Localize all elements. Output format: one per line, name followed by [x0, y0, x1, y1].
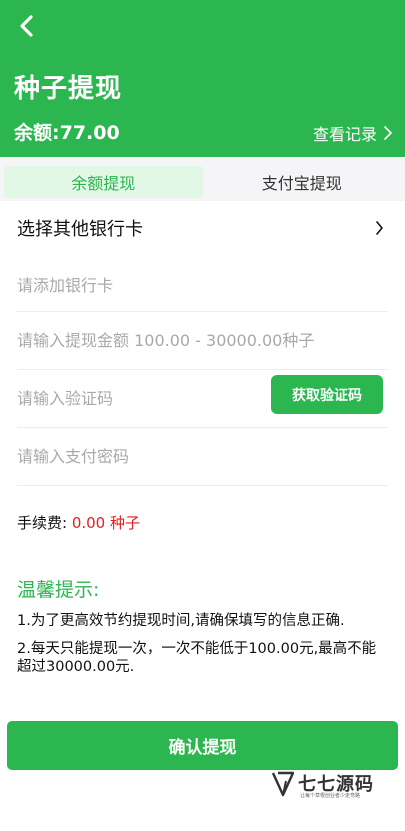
bank-card-placeholder: 请添加银行卡 — [17, 275, 114, 295]
amount-row — [17, 312, 388, 370]
view-records-link[interactable]: 查看记录 — [313, 121, 393, 145]
watermark: 七七源码 让每个草根创业者少走弯路 — [272, 770, 378, 802]
payment-password-input[interactable] — [17, 447, 267, 466]
withdraw-tabs: 余额提现 支付宝提现 — [0, 157, 405, 201]
select-bank-card-row[interactable]: 选择其他银行卡 — [17, 200, 388, 256]
watermark-slogan: 让每个草根创业者少走弯路 — [300, 793, 361, 799]
view-records-label: 查看记录 — [312, 125, 377, 144]
page-title: 种子提现 — [14, 74, 123, 104]
tab-balance-withdraw[interactable]: 余额提现 — [4, 166, 203, 198]
verification-code-input[interactable] — [17, 389, 267, 408]
confirm-withdraw-button[interactable]: 确认提现 — [7, 721, 398, 770]
verification-code-row: 获取验证码 — [17, 370, 388, 428]
select-bank-card-label: 选择其他银行卡 — [17, 219, 143, 240]
balance-display: 余额:77.00 — [14, 122, 120, 144]
service-fee-label: 手续费: — [17, 514, 72, 532]
page-header: 种子提现 余额:77.00 查看记录 — [0, 0, 405, 157]
service-fee: 手续费: 0.00 种子 — [17, 512, 140, 533]
payment-password-row — [17, 428, 388, 486]
chevron-right-icon — [376, 221, 383, 235]
tip-item: 1.为了更高效节约提现时间,请确保填写的信息正确. — [17, 613, 345, 629]
tip-item: 2.每天只能提现一次，一次不能低于100.00元,最高不能超过30000.00元… — [17, 641, 377, 675]
get-code-button[interactable]: 获取验证码 — [271, 375, 383, 414]
tips-title: 温馨提示: — [17, 579, 100, 601]
amount-input[interactable] — [17, 331, 388, 350]
bank-card-row[interactable]: 请添加银行卡 — [17, 256, 388, 312]
back-arrow-icon[interactable] — [14, 12, 42, 40]
service-fee-amount: 0.00 种子 — [71, 514, 140, 532]
watermark-logo-icon — [272, 771, 294, 797]
tab-alipay-withdraw[interactable]: 支付宝提现 — [203, 166, 402, 198]
chevron-right-icon — [384, 126, 392, 140]
